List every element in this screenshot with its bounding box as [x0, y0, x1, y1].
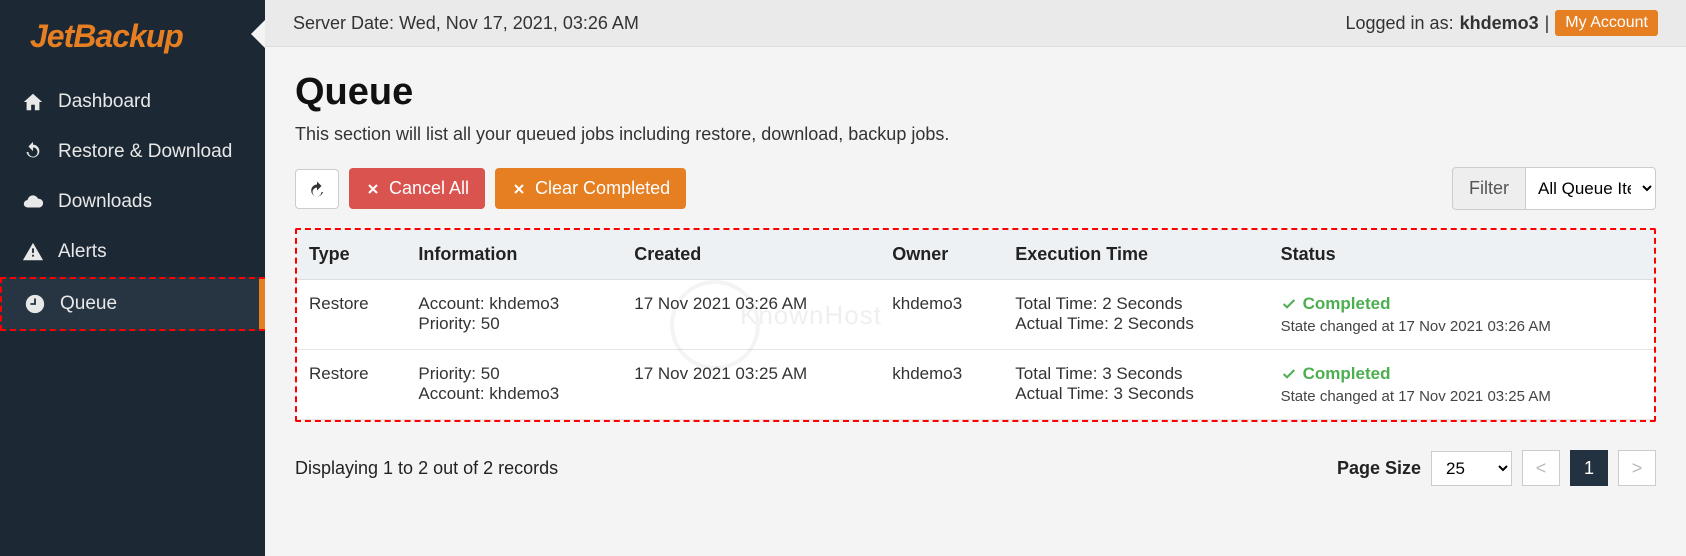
col-created: Created	[622, 230, 880, 280]
close-icon	[365, 181, 381, 197]
sidebar-item-downloads[interactable]: Downloads	[0, 177, 265, 227]
status-badge: Completed	[1281, 294, 1642, 314]
col-type: Type	[297, 230, 406, 280]
cell-info: Account: khdemo3 Priority: 50	[406, 280, 622, 350]
table-footer: Displaying 1 to 2 out of 2 records Page …	[295, 450, 1656, 486]
col-owner: Owner	[880, 230, 1003, 280]
refresh-icon	[22, 141, 44, 163]
cell-info: Priority: 50 Account: khdemo3	[406, 350, 622, 420]
sidebar-item-restore[interactable]: Restore & Download	[0, 127, 265, 177]
next-page-button[interactable]: >	[1618, 450, 1656, 486]
cell-owner: khdemo3	[880, 350, 1003, 420]
cell-status: Completed State changed at 17 Nov 2021 0…	[1269, 280, 1654, 350]
filter-select[interactable]: All Queue Items	[1526, 167, 1656, 210]
cell-exec: Total Time: 3 Seconds Actual Time: 3 Sec…	[1003, 350, 1268, 420]
sidebar: JetBackup Dashboard Restore & Download D…	[0, 0, 265, 556]
cell-created: 17 Nov 2021 03:26 AM	[622, 280, 880, 350]
main: Server Date: Wed, Nov 17, 2021, 03:26 AM…	[265, 0, 1686, 556]
cell-owner: khdemo3	[880, 280, 1003, 350]
record-summary: Displaying 1 to 2 out of 2 records	[295, 458, 558, 479]
topbar: Server Date: Wed, Nov 17, 2021, 03:26 AM…	[265, 0, 1686, 47]
logged-in-label: Logged in as:	[1345, 13, 1453, 34]
col-status: Status	[1269, 230, 1654, 280]
check-icon	[1281, 366, 1297, 382]
home-icon	[22, 91, 44, 113]
page-title: Queue	[295, 71, 1656, 114]
col-information: Information	[406, 230, 622, 280]
cell-created: 17 Nov 2021 03:25 AM	[622, 350, 880, 420]
server-date: Server Date: Wed, Nov 17, 2021, 03:26 AM	[293, 13, 639, 34]
sidebar-item-label: Restore & Download	[58, 141, 232, 163]
close-icon	[511, 181, 527, 197]
col-execution-time: Execution Time	[1003, 230, 1268, 280]
sidebar-nav: Dashboard Restore & Download Downloads A…	[0, 77, 265, 331]
page-size-select[interactable]: 25	[1431, 451, 1512, 486]
clock-icon	[24, 293, 46, 315]
sidebar-item-queue[interactable]: Queue	[0, 277, 265, 331]
cell-status: Completed State changed at 17 Nov 2021 0…	[1269, 350, 1654, 420]
toolbar: Cancel All Clear Completed Filter All Qu…	[295, 167, 1656, 210]
alert-icon	[22, 241, 44, 263]
queue-table: Type Information Created Owner Execution…	[297, 230, 1654, 420]
sidebar-item-label: Downloads	[58, 191, 152, 213]
sidebar-item-label: Queue	[60, 293, 117, 315]
sidebar-item-dashboard[interactable]: Dashboard	[0, 77, 265, 127]
clear-completed-button[interactable]: Clear Completed	[495, 168, 686, 209]
page-size-label: Page Size	[1337, 458, 1421, 479]
brand-logo: JetBackup	[0, 0, 265, 77]
table-row[interactable]: Restore Priority: 50 Account: khdemo3 17…	[297, 350, 1654, 420]
page-number-button[interactable]: 1	[1570, 450, 1608, 486]
cell-exec: Total Time: 2 Seconds Actual Time: 2 Sec…	[1003, 280, 1268, 350]
table-row[interactable]: Restore Account: khdemo3 Priority: 50 17…	[297, 280, 1654, 350]
prev-page-button[interactable]: <	[1522, 450, 1560, 486]
table-header-row: Type Information Created Owner Execution…	[297, 230, 1654, 280]
sidebar-item-label: Alerts	[58, 241, 107, 263]
page-description: This section will list all your queued j…	[295, 124, 1656, 145]
cloud-icon	[22, 191, 44, 213]
cancel-all-button[interactable]: Cancel All	[349, 168, 485, 209]
cell-type: Restore	[297, 350, 406, 420]
my-account-button[interactable]: My Account	[1555, 10, 1658, 36]
status-badge: Completed	[1281, 364, 1642, 384]
refresh-button[interactable]	[295, 169, 339, 209]
filter-button[interactable]: Filter	[1452, 167, 1526, 210]
sidebar-item-label: Dashboard	[58, 91, 151, 113]
queue-table-highlight: Type Information Created Owner Execution…	[295, 228, 1656, 422]
refresh-icon	[308, 180, 326, 198]
check-icon	[1281, 296, 1297, 312]
sidebar-item-alerts[interactable]: Alerts	[0, 227, 265, 277]
cell-type: Restore	[297, 280, 406, 350]
logged-in-user: khdemo3	[1460, 13, 1539, 34]
